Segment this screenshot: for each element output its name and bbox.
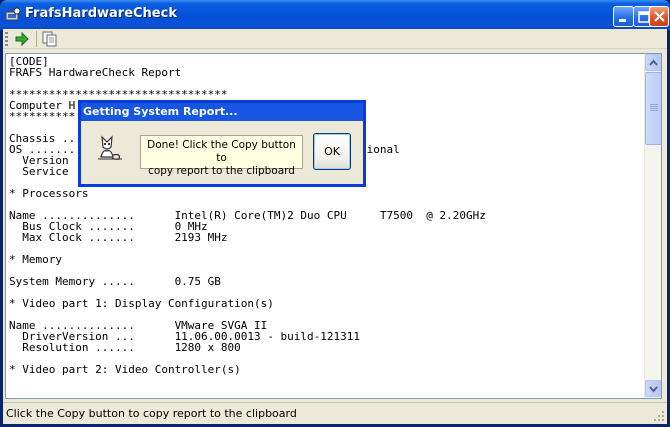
close-button[interactable] <box>649 6 669 27</box>
green-arrow-icon <box>15 31 29 47</box>
report-line: * Memory <box>9 253 62 266</box>
dialog-title-bar[interactable]: Getting System Report... <box>81 103 363 121</box>
report-line: * Processors <box>9 187 89 200</box>
dialog-title: Getting System Report... <box>83 105 238 118</box>
resize-grip-icon[interactable] <box>653 410 665 422</box>
report-line: ********************************* <box>9 88 228 101</box>
app-window: FrafsHardwareCheck [CODE] FRAFS Hardware… <box>0 0 670 427</box>
title-bar[interactable]: FrafsHardwareCheck <box>0 0 670 30</box>
scroll-down-button[interactable] <box>645 380 661 397</box>
minimize-icon <box>619 19 626 22</box>
toolbar <box>3 29 667 49</box>
report-line: * Video part 2: Video Controller(s) <box>9 363 241 376</box>
status-text: Click the Copy button to copy report to … <box>6 407 297 420</box>
minimize-button[interactable] <box>613 6 634 27</box>
hardware-app-icon <box>5 7 21 21</box>
fox-mascot-icon <box>98 135 122 160</box>
report-line: System Memory ..... 0.75 GB <box>9 275 221 288</box>
window-title: FrafsHardwareCheck <box>25 6 177 21</box>
close-icon <box>654 11 665 22</box>
run-button[interactable] <box>12 30 32 48</box>
copy-icon <box>42 31 57 47</box>
report-line: Max Clock ....... 2193 MHz <box>9 231 228 244</box>
chevron-up-icon <box>649 59 658 66</box>
report-line <box>9 243 486 254</box>
vertical-scrollbar[interactable] <box>644 54 661 398</box>
report-line: FRAFS HardwareCheck Report <box>9 66 182 79</box>
copy-button[interactable] <box>40 30 60 48</box>
toolbar-separator <box>36 31 37 47</box>
progress-dialog: Getting System Report... Done! Click the… <box>78 100 366 187</box>
client-area: [CODE] FRAFS HardwareCheck Report *******… <box>3 29 667 424</box>
status-bar: Click the Copy button to copy report to … <box>3 402 667 424</box>
scroll-thumb[interactable] <box>645 72 661 145</box>
dialog-message-line: Done! Click the Copy button to <box>147 139 296 164</box>
toolbar-grip[interactable] <box>5 32 8 46</box>
chevron-down-icon <box>649 386 658 393</box>
dialog-message: Done! Click the Copy button to copy repo… <box>140 135 303 177</box>
ok-button[interactable]: OK <box>313 133 351 170</box>
report-line: Resolution ...... 1280 x 800 <box>9 341 241 354</box>
report-line: * Video part 1: Display Configuration(s) <box>9 297 274 310</box>
dialog-message-line: copy report to the clipboard <box>148 165 295 177</box>
scroll-up-button[interactable] <box>645 54 661 71</box>
